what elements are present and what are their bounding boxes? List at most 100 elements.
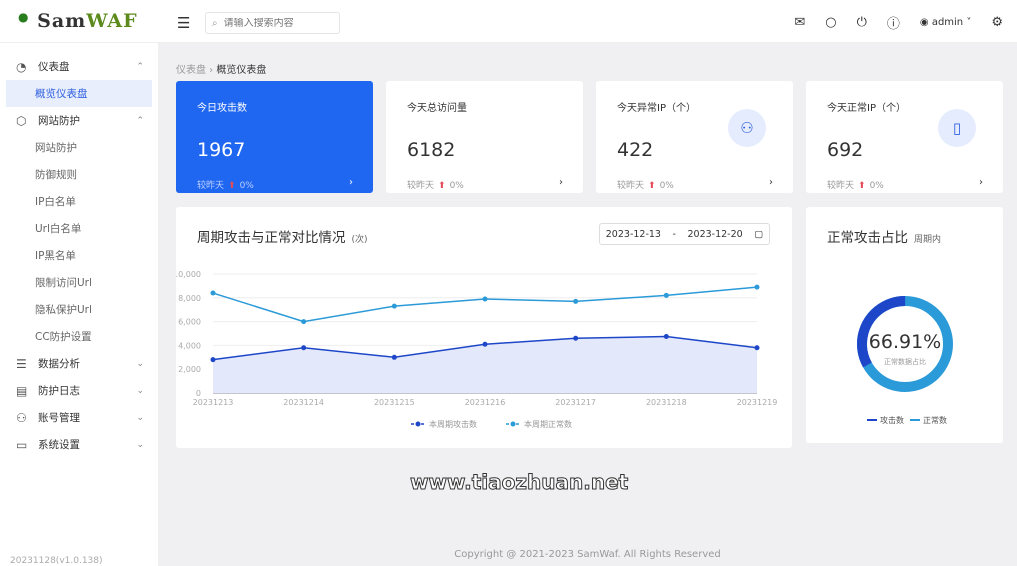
refresh-icon[interactable]: ○ bbox=[825, 15, 836, 30]
chevron-down-icon: ⌄ bbox=[136, 385, 144, 396]
sidebar-item-label: 数据分析 bbox=[38, 358, 80, 370]
sidebar-item-label: CC防护设置 bbox=[35, 331, 92, 343]
sidebar-item[interactable]: ☰ 数据分析 ⌄ bbox=[0, 350, 158, 377]
chevron-right-icon[interactable]: › bbox=[559, 177, 563, 188]
data-point bbox=[573, 335, 579, 341]
y-tick-label: 0 bbox=[196, 389, 201, 398]
help-icon[interactable]: ⓘ bbox=[887, 13, 900, 32]
users-icon: ⚇ bbox=[16, 410, 27, 425]
data-point bbox=[573, 298, 579, 304]
stat-card[interactable]: 今天正常IP（个） 692 较昨天 ⬆ 0% › ▯ bbox=[806, 81, 1003, 193]
sidebar-item[interactable]: CC防护设置 bbox=[0, 323, 158, 350]
sidebar-item-label: 概览仪表盘 bbox=[35, 88, 88, 100]
data-point bbox=[210, 357, 216, 363]
stat-value: 6182 bbox=[407, 139, 456, 161]
trend-chart: 0 2,000 4,000 6,000 8,000 10,000 20231213 20231… bbox=[176, 270, 777, 429]
donut-percent: 66.91% bbox=[869, 331, 941, 353]
sidebar-item[interactable]: ▤ 防护日志 ⌄ bbox=[0, 377, 158, 404]
search-box[interactable]: ⌕ bbox=[205, 12, 340, 34]
stat-compare: 较昨天 ⬆ 0% bbox=[407, 181, 464, 191]
search-input[interactable] bbox=[223, 17, 324, 29]
x-tick-label: 20231215 bbox=[374, 398, 415, 407]
stat-value: 422 bbox=[617, 139, 654, 161]
y-tick-label: 10,000 bbox=[176, 270, 201, 279]
sidebar: ◔ 仪表盘 ⌃ 概览仪表盘 ⬡ 网站防护 ⌃ 网站防护防御规则 IP白名单 Url白名单 IP黑名单… bbox=[0, 43, 158, 566]
data-point bbox=[391, 354, 397, 360]
data-point bbox=[754, 345, 760, 351]
legend-marker bbox=[415, 421, 421, 427]
arrow-up-icon: ⬆ bbox=[228, 181, 236, 191]
x-tick-label: 20231214 bbox=[283, 398, 324, 407]
settings-icon: ▭ bbox=[16, 437, 28, 452]
sidebar-item-label: 仪表盘 bbox=[38, 61, 70, 73]
donut-label: 正常数据占比 bbox=[884, 357, 926, 366]
search-icon: ⌕ bbox=[212, 17, 218, 29]
data-point bbox=[210, 290, 216, 296]
stat-card[interactable]: 今天异常IP（个） 422 较昨天 ⬆ 0% › ⚇ bbox=[596, 81, 793, 193]
stat-card[interactable]: 今日攻击数 1967 较昨天 ⬆ 0% › bbox=[176, 81, 373, 193]
arrow-up-icon: ⬆ bbox=[858, 181, 866, 191]
sidebar-item-label: 限制访问Url bbox=[35, 277, 92, 289]
sidebar-item[interactable]: ⚇ 账号管理 ⌄ bbox=[0, 404, 158, 431]
chevron-down-icon: ⌄ bbox=[136, 439, 144, 450]
chevron-right-icon[interactable]: › bbox=[769, 177, 773, 188]
mail-icon[interactable]: ✉ bbox=[794, 15, 805, 30]
sidebar-item-label: 网站防护 bbox=[35, 142, 77, 154]
sidebar-item[interactable]: Url白名单 bbox=[0, 215, 158, 242]
logo: ● SamWAF bbox=[18, 10, 138, 32]
sidebar-item[interactable]: 网站防护 bbox=[0, 134, 158, 161]
sidebar-item[interactable]: ▭ 系统设置 ⌄ bbox=[0, 431, 158, 458]
sidebar-item[interactable]: 隐私保护Url bbox=[0, 296, 158, 323]
chevron-right-icon[interactable]: › bbox=[349, 177, 353, 188]
stat-value: 1967 bbox=[197, 139, 246, 161]
y-tick-label: 8,000 bbox=[178, 294, 201, 303]
data-point bbox=[301, 319, 307, 325]
breadcrumb-current: 概览仪表盘 bbox=[216, 65, 267, 76]
x-tick-label: 20231217 bbox=[555, 398, 596, 407]
legend-marker bbox=[510, 421, 516, 427]
user-menu[interactable]: ◉ admin ˅ bbox=[920, 17, 971, 28]
users-icon: ⚇ bbox=[728, 109, 766, 147]
header: ● SamWAF ☰ ⌕ ✉ ○ ⏻ ⓘ ◉ admin ˅ ⚙ bbox=[0, 0, 1017, 43]
file-icon: ▯ bbox=[938, 109, 976, 147]
power-icon[interactable]: ⏻ bbox=[857, 15, 867, 30]
dashboard-icon: ◔ bbox=[16, 59, 27, 74]
data-point bbox=[482, 296, 488, 302]
stat-compare: 较昨天 ⬆ 0% bbox=[827, 181, 884, 191]
chevron-down-icon: ⌄ bbox=[136, 358, 144, 369]
data-point bbox=[754, 284, 760, 290]
pie-card: 正常攻击占比 周期内 66.91% 正常数据占比 攻击数 正常数 bbox=[806, 207, 1003, 443]
sidebar-item-label: 防御规则 bbox=[35, 169, 77, 181]
sidebar-item-label: Url白名单 bbox=[35, 223, 82, 235]
log-icon: ▤ bbox=[16, 383, 28, 398]
sidebar-item-label: IP黑名单 bbox=[35, 250, 76, 262]
chevron-up-icon: ⌃ bbox=[136, 61, 144, 72]
sidebar-item-label: 防护日志 bbox=[38, 385, 80, 397]
arrow-up-icon: ⬆ bbox=[438, 181, 446, 191]
sidebar-item[interactable]: ⬡ 网站防护 ⌃ bbox=[0, 107, 158, 134]
data-point bbox=[301, 345, 307, 351]
sidebar-item[interactable]: IP白名单 bbox=[0, 188, 158, 215]
sidebar-item[interactable]: IP黑名单 bbox=[0, 242, 158, 269]
chevron-right-icon[interactable]: › bbox=[979, 177, 983, 188]
sidebar-item[interactable]: ◔ 仪表盘 ⌃ bbox=[0, 53, 158, 80]
stat-card[interactable]: 今天总访问量 6182 较昨天 ⬆ 0% › bbox=[386, 81, 583, 193]
legend-label: 本周期攻击数 bbox=[429, 419, 477, 429]
y-tick-label: 4,000 bbox=[178, 341, 201, 350]
menu-toggle-icon[interactable]: ☰ bbox=[177, 14, 190, 32]
sidebar-item[interactable]: 防御规则 bbox=[0, 161, 158, 188]
shield-icon: ⬡ bbox=[16, 113, 27, 128]
data-point bbox=[663, 333, 669, 339]
sidebar-item-label: 系统设置 bbox=[38, 439, 80, 451]
version: 20231128(v1.0.138) bbox=[10, 556, 103, 566]
breadcrumb-parent[interactable]: 仪表盘 bbox=[176, 65, 206, 76]
sidebar-item-label: 账号管理 bbox=[38, 412, 80, 424]
stat-title: 今日攻击数 bbox=[197, 103, 247, 114]
stat-compare: 较昨天 ⬆ 0% bbox=[197, 181, 254, 191]
data-point bbox=[391, 303, 397, 309]
sidebar-item[interactable]: 概览仪表盘 bbox=[6, 80, 152, 107]
sidebar-item[interactable]: 限制访问Url bbox=[0, 269, 158, 296]
x-tick-label: 20231216 bbox=[465, 398, 506, 407]
settings-icon[interactable]: ⚙ bbox=[991, 15, 1003, 30]
chart-icon: ☰ bbox=[16, 356, 27, 371]
